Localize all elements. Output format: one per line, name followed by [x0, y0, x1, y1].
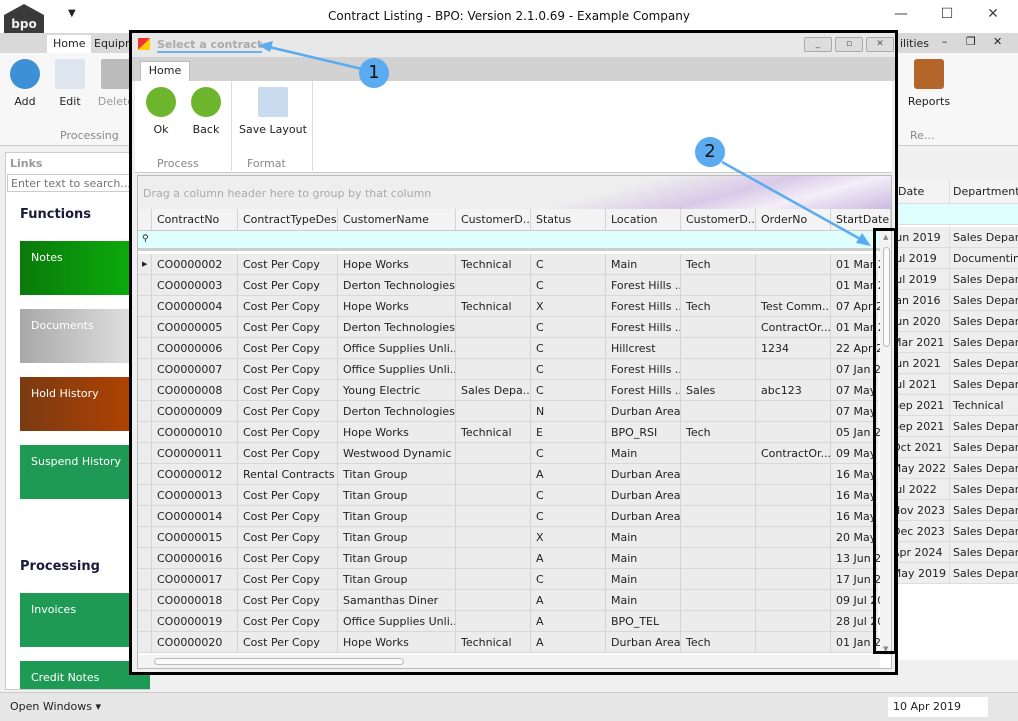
arrow-1 — [264, 44, 363, 71]
arrowhead-1 — [258, 41, 273, 52]
callout-badge-1: 1 — [359, 58, 389, 88]
arrowhead-2 — [856, 233, 871, 246]
annotation-arrows — [258, 41, 871, 246]
arrow-2 — [721, 160, 863, 242]
callout-badge-2: 2 — [695, 137, 725, 167]
